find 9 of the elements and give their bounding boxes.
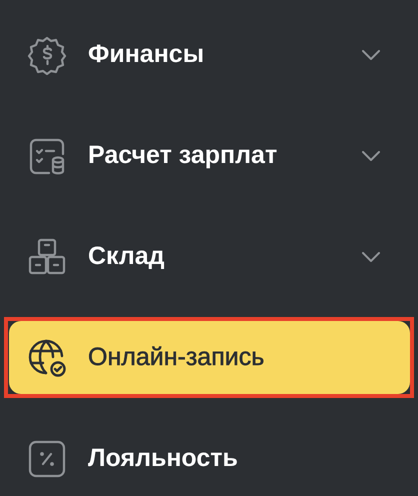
dollar-badge-icon — [27, 34, 67, 74]
globe-check-icon — [27, 338, 67, 378]
percent-icon — [27, 438, 67, 478]
boxes-icon — [27, 236, 67, 276]
menu-item[interactable]: Расчет зарплат — [9, 119, 410, 192]
menu-item[interactable]: Склад — [9, 220, 410, 293]
menu-item[interactable]: Онлайн-запись — [9, 321, 410, 394]
menu-item[interactable]: Финансы — [9, 18, 410, 91]
menu-item[interactable]: Лояльность — [9, 422, 410, 495]
